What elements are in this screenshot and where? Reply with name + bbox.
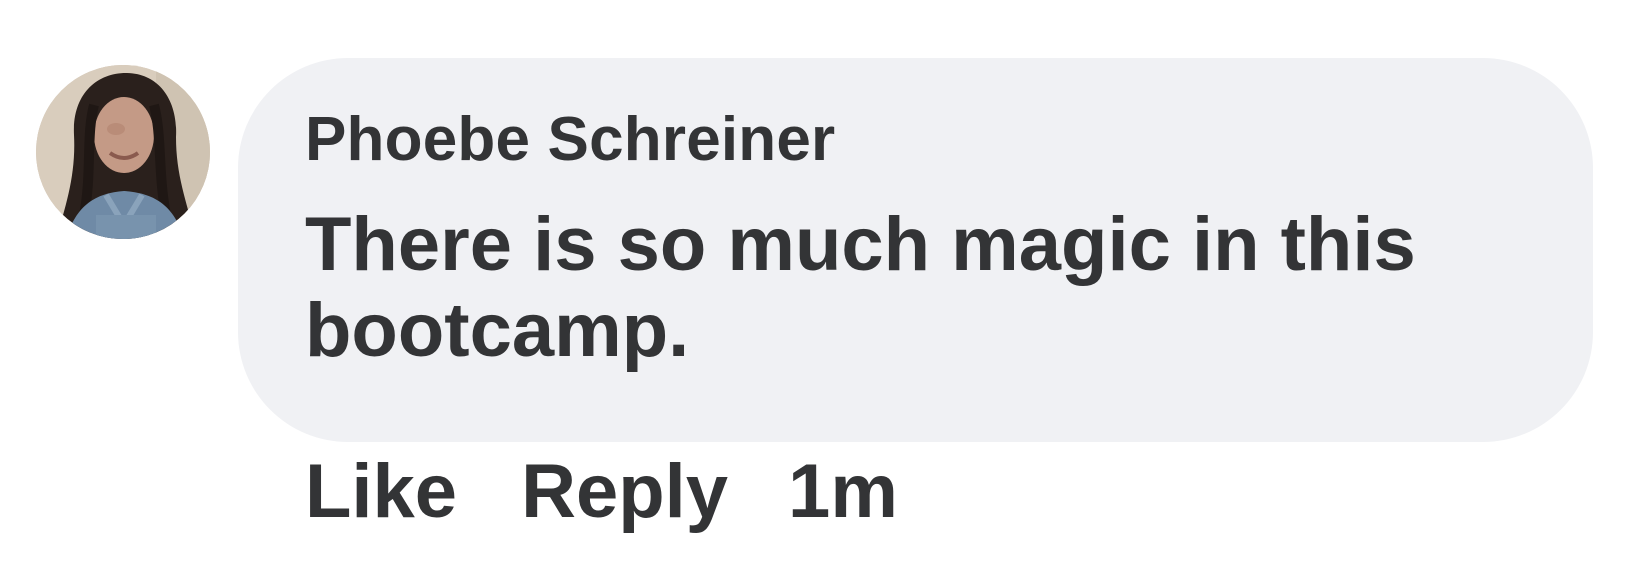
avatar-image	[36, 65, 210, 239]
comment: Phoebe Schreiner There is so much magic …	[0, 0, 1630, 578]
like-button[interactable]: Like	[305, 448, 457, 535]
avatar[interactable]	[36, 65, 210, 239]
comment-author-name[interactable]: Phoebe Schreiner	[305, 102, 835, 178]
comment-timestamp[interactable]: 1m	[788, 448, 898, 535]
comment-text: There is so much magic in this bootcamp.	[305, 202, 1416, 373]
comment-actions: Like Reply 1m	[305, 446, 898, 536]
reply-button[interactable]: Reply	[521, 448, 728, 535]
